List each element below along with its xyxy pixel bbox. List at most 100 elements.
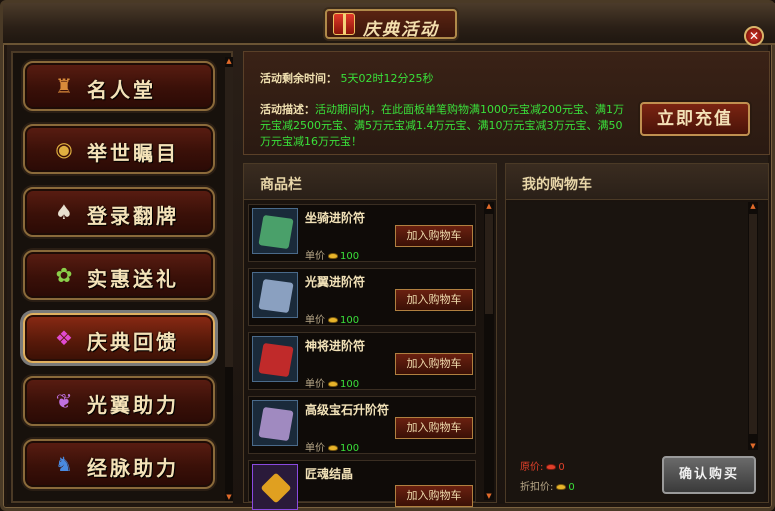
activity-description: 活动描述：活动期间内，在此面板单笔购物满1000元宝减200元宝、满1万元宝减2… <box>260 102 630 150</box>
item-price-row: 单价 100 <box>305 247 359 262</box>
remaining-time-value: 5天02时12分25秒 <box>340 72 434 85</box>
scroll-thumb[interactable] <box>225 67 233 367</box>
scroll-up-icon[interactable]: ▲ <box>749 202 757 210</box>
discount-price-value: 0 <box>568 482 575 493</box>
original-price-row: 原价: 0 <box>520 458 565 473</box>
gift-icon <box>333 13 355 35</box>
item-price-row: 单价 100 <box>305 439 359 454</box>
goods-scrollbar[interactable]: ▲ ▼ <box>484 202 494 500</box>
item-name: 高级宝石升阶符 <box>305 403 390 417</box>
goods-item: 匠魂结晶 加入购物车 <box>248 460 476 510</box>
sidebar-item-label: 实惠送礼 <box>87 267 179 291</box>
item-thumbnail <box>252 208 298 254</box>
title-plate: 庆典活动 <box>325 9 457 40</box>
goods-item: 坐骑进阶符 加入购物车 单价 100 <box>248 204 476 262</box>
title-bar: 庆典活动 <box>3 3 775 45</box>
meridian-icon: ♞ <box>55 452 73 476</box>
wings-icon: ❦ <box>55 389 73 413</box>
discount-price-label: 折扣价: <box>520 482 554 493</box>
gold-ingot-icon <box>328 253 338 259</box>
sidebar-item-wing-boost[interactable]: ❦ 光翼助力 <box>23 376 215 426</box>
goods-item: 高级宝石升阶符 加入购物车 单价 100 <box>248 396 476 454</box>
gift-icon: ✿ <box>55 263 73 287</box>
gold-ingot-icon <box>328 445 338 451</box>
item-name: 光翼进阶符 <box>305 275 366 289</box>
bust-icon: ♜ <box>55 74 73 98</box>
goods-panel: 商品栏 坐骑进阶符 加入购物车 单价 100 光翼进阶符 加入购物车 单价 100 … <box>243 163 497 510</box>
add-to-cart-button[interactable]: 加入购物车 <box>395 485 473 507</box>
talisman-icon <box>258 342 294 378</box>
sidebar: ♜ 名人堂 ◉ 举世瞩目 ♠ 登录翻牌 ✿ 实惠送礼 ❖ 庆典回馈 ❦ 光翼助力… <box>11 51 233 503</box>
scroll-thumb[interactable] <box>485 214 493 314</box>
price-label: 单价 <box>305 379 325 390</box>
cart-header: 我的购物车 <box>506 164 768 200</box>
add-to-cart-button[interactable]: 加入购物车 <box>395 225 473 247</box>
window-title: 庆典活动 <box>363 20 439 40</box>
sidebar-item-value-gift[interactable]: ✿ 实惠送礼 <box>23 250 215 300</box>
item-price: 100 <box>340 379 360 390</box>
item-price: 100 <box>340 315 360 326</box>
item-price-row: 单价 100 <box>305 375 359 390</box>
sidebar-item-hall-of-fame[interactable]: ♜ 名人堂 <box>23 61 215 111</box>
original-price-label: 原价: <box>520 462 544 473</box>
description-text: 活动期间内，在此面板单笔购物满1000元宝减200元宝、满1万元宝减2500元宝… <box>260 103 624 148</box>
sidebar-item-login-card[interactable]: ♠ 登录翻牌 <box>23 187 215 237</box>
cart-title: 我的购物车 <box>522 177 592 193</box>
event-window: 庆典活动 ✕ ♜ 名人堂 ◉ 举世瞩目 ♠ 登录翻牌 ✿ 实惠送礼 ❖ 庆典回馈… <box>0 0 775 511</box>
scroll-down-icon[interactable]: ▼ <box>225 493 233 501</box>
scroll-down-icon[interactable]: ▼ <box>485 492 493 500</box>
goods-item: 光翼进阶符 加入购物车 单价 100 <box>248 268 476 326</box>
price-label: 单价 <box>305 443 325 454</box>
price-label: 单价 <box>305 315 325 326</box>
goods-header: 商品栏 <box>244 164 496 200</box>
add-to-cart-button[interactable]: 加入购物车 <box>395 417 473 439</box>
sidebar-item-meridian-boost[interactable]: ♞ 经脉助力 <box>23 439 215 489</box>
sidebar-scrollbar[interactable]: ▲ ▼ <box>225 57 233 501</box>
item-thumbnail <box>252 400 298 446</box>
talisman-icon <box>258 214 294 250</box>
item-thumbnail <box>252 272 298 318</box>
item-name: 神将进阶符 <box>305 339 366 353</box>
sidebar-item-label: 经脉助力 <box>87 456 179 480</box>
goods-item: 神将进阶符 加入购物车 单价 100 <box>248 332 476 390</box>
talisman-icon <box>258 406 294 442</box>
item-thumbnail <box>252 336 298 382</box>
activity-info-panel: 活动剩余时间： 5天02时12分25秒 活动描述：活动期间内，在此面板单笔购物满… <box>243 51 770 155</box>
cart-scrollbar[interactable]: ▲ ▼ <box>748 202 758 450</box>
sidebar-item-label: 举世瞩目 <box>87 141 179 165</box>
item-price: 100 <box>340 443 360 454</box>
sidebar-item-celebration-feedback[interactable]: ❖ 庆典回馈 <box>23 313 215 363</box>
gold-ingot-icon <box>328 381 338 387</box>
goods-title: 商品栏 <box>260 177 302 193</box>
talisman-icon <box>258 278 294 314</box>
description-label: 活动描述： <box>260 103 315 116</box>
item-thumbnail <box>252 464 298 510</box>
add-to-cart-button[interactable]: 加入购物车 <box>395 353 473 375</box>
sidebar-item-label: 光翼助力 <box>87 393 179 417</box>
price-label: 单价 <box>305 251 325 262</box>
item-price: 100 <box>340 251 360 262</box>
close-button[interactable]: ✕ <box>744 26 764 46</box>
original-price-value: 0 <box>558 462 565 473</box>
scroll-up-icon[interactable]: ▲ <box>225 57 233 65</box>
item-name: 匠魂结晶 <box>305 467 354 481</box>
card-icon: ♠ <box>55 200 73 224</box>
remaining-time-row: 活动剩余时间： 5天02时12分25秒 <box>260 70 434 86</box>
confirm-purchase-button[interactable]: 确认购买 <box>662 456 756 494</box>
sidebar-item-label: 庆典回馈 <box>87 330 179 354</box>
item-price-row: 单价 100 <box>305 311 359 326</box>
scroll-up-icon[interactable]: ▲ <box>485 202 493 210</box>
sidebar-item-label: 登录翻牌 <box>87 204 179 228</box>
cart-panel: 我的购物车 ▲ ▼ 原价: 0 折扣价: 0 确认购买 <box>505 163 769 503</box>
item-name: 坐骑进阶符 <box>305 211 366 225</box>
gold-ingot-icon <box>556 484 567 490</box>
add-to-cart-button[interactable]: 加入购物车 <box>395 289 473 311</box>
recharge-button[interactable]: 立即充值 <box>640 102 750 136</box>
close-icon: ✕ <box>748 29 760 43</box>
scroll-down-icon[interactable]: ▼ <box>749 442 757 450</box>
sidebar-item-label: 名人堂 <box>87 78 156 102</box>
sidebar-item-world-attention[interactable]: ◉ 举世瞩目 <box>23 124 215 174</box>
scroll-thumb[interactable] <box>749 214 757 434</box>
gold-ingot-icon <box>546 464 557 470</box>
remaining-time-label: 活动剩余时间： <box>260 72 337 85</box>
